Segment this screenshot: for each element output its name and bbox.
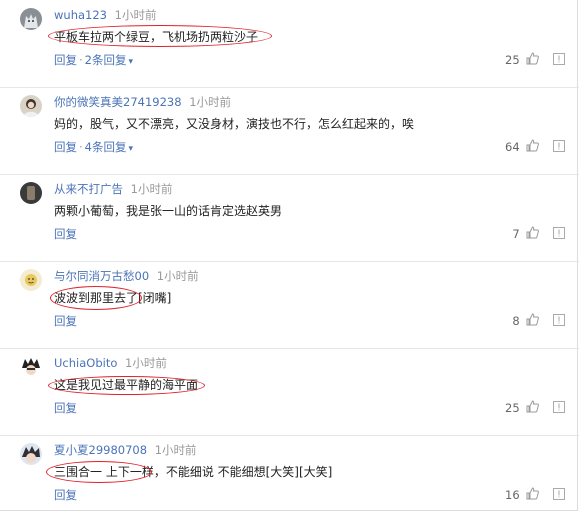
thumbs-up-icon[interactable] (526, 399, 540, 418)
report-icon[interactable] (553, 139, 565, 157)
comment-username[interactable]: 夏小夏29980708 (54, 443, 147, 457)
report-icon[interactable] (553, 52, 565, 70)
user-avatar[interactable] (20, 182, 42, 204)
comment-item: 从来不打广告 1小时前 两颗小葡萄，我是张一山的话肯定选赵英男 回复 7 (0, 174, 579, 262)
cartoon-avatar-icon (20, 269, 42, 291)
like-count: 25 (505, 401, 520, 415)
reply-button[interactable]: 回复 (54, 401, 77, 415)
comment-time: 1小时前 (189, 95, 232, 109)
like-count: 25 (505, 53, 520, 67)
view-replies-link[interactable]: 2条回复 ▾ (85, 53, 133, 67)
wolf-avatar-icon (20, 8, 42, 30)
dark-avatar-icon (20, 182, 42, 204)
comment-item: 夏小夏29980708 1小时前 三围合一 上下一样，不能细说 不能细想[大笑]… (0, 435, 579, 522)
comment-text: 两颗小葡萄，我是张一山的话肯定选赵英男 (54, 204, 283, 218)
comment-item: UchiaObito 1小时前 这是我见过最平静的海平面 回复 25 (0, 348, 579, 436)
report-icon[interactable] (553, 313, 565, 331)
thumbs-up-icon[interactable] (526, 225, 540, 244)
reply-button[interactable]: 回复 (54, 227, 77, 241)
thumbs-up-icon[interactable] (526, 486, 540, 505)
report-icon[interactable] (553, 226, 565, 244)
like-count: 64 (505, 140, 520, 154)
chevron-down-icon: ▾ (128, 57, 134, 67)
comment-text: 平板车拉两个绿豆，飞机场扔两粒沙子 (54, 30, 259, 44)
report-icon[interactable] (553, 400, 565, 418)
separator: · (79, 53, 83, 67)
comment-username[interactable]: 从来不打广告 (54, 182, 123, 196)
like-count: 7 (512, 227, 520, 241)
comment-username[interactable]: 与尔同消万古愁00 (54, 269, 149, 283)
comment-text: 这是我见过最平静的海平面 (54, 378, 199, 392)
separator: · (79, 140, 83, 154)
comment-time: 1小时前 (114, 8, 157, 22)
user-avatar[interactable] (20, 356, 42, 378)
comment-username[interactable]: UchiaObito (54, 356, 117, 370)
comment-time: 1小时前 (154, 443, 197, 457)
comment-item: 与尔同消万古愁00 1小时前 波波到那里去了[闭嘴] 回复 8 (0, 261, 579, 349)
user-avatar[interactable] (20, 269, 42, 291)
reply-button[interactable]: 回复 (54, 314, 77, 328)
comment-time: 1小时前 (125, 356, 167, 370)
user-avatar[interactable] (20, 8, 42, 30)
comment-username[interactable]: wuha123 (54, 8, 107, 22)
reply-button[interactable]: 回复 (54, 53, 77, 67)
person-avatar-icon (20, 95, 42, 117)
comment-username[interactable]: 你的微笑真美27419238 (54, 95, 182, 109)
thumbs-up-icon[interactable] (526, 51, 540, 70)
report-icon[interactable] (553, 487, 565, 505)
comment-item: 你的微笑真美27419238 1小时前 妈的，股气，又不漂亮，又没身材，演技也不… (0, 87, 579, 175)
reply-button[interactable]: 回复 (54, 140, 77, 154)
chevron-down-icon: ▾ (128, 144, 134, 154)
thumbs-up-icon[interactable] (526, 312, 540, 331)
user-avatar[interactable] (20, 95, 42, 117)
view-replies-link[interactable]: 4条回复 ▾ (85, 140, 133, 154)
like-count: 8 (512, 314, 520, 328)
anime-avatar-icon (20, 356, 42, 378)
user-avatar[interactable] (20, 443, 42, 465)
comment-text: 波波到那里去了[闭嘴] (54, 291, 172, 305)
thumbs-up-icon[interactable] (526, 138, 540, 157)
comment-text: 三围合一 上下一样，不能细说 不能细想[大笑][大笑] (54, 465, 333, 479)
anime-avatar-2-icon (20, 443, 42, 465)
reply-button[interactable]: 回复 (54, 488, 77, 502)
like-count: 16 (505, 488, 520, 502)
comment-time: 1小时前 (130, 182, 173, 196)
comment-item: wuha123 1小时前 平板车拉两个绿豆，飞机场扔两粒沙子 回复 · 2条回复 ▾ … (0, 0, 579, 88)
comment-time: 1小时前 (156, 269, 199, 283)
comment-list: wuha123 1小时前 平板车拉两个绿豆，飞机场扔两粒沙子 回复 · 2条回复 ▾ … (0, 0, 579, 511)
comment-text: 妈的，股气，又不漂亮，又没身材，演技也不行，怎么红起来的，唉 (54, 117, 415, 131)
